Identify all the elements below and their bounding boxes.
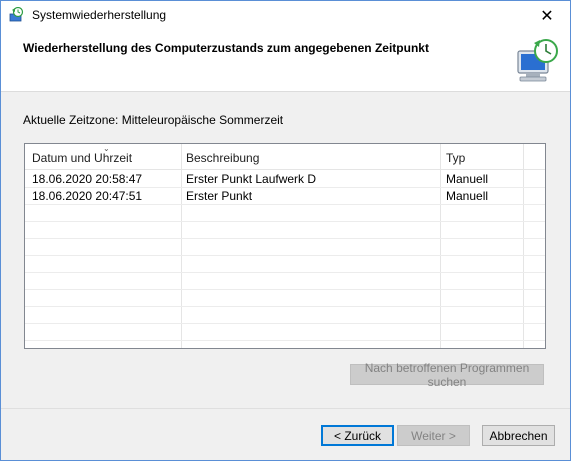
empty-row bbox=[25, 255, 545, 273]
close-icon: ✕ bbox=[540, 8, 554, 25]
row-date: 18.06.2020 20:58:47 bbox=[32, 172, 143, 186]
table-row[interactable]: 18.06.2020 20:58:47 Erster Punkt Laufwer… bbox=[25, 170, 545, 188]
wizard-header: Wiederherstellung des Computerzustands z… bbox=[1, 31, 570, 92]
system-restore-dialog: Systemwiederherstellung ✕ Wiederherstell… bbox=[0, 0, 571, 461]
page-title: Wiederherstellung des Computerzustands z… bbox=[23, 41, 429, 55]
empty-row bbox=[25, 221, 545, 239]
window-title: Systemwiederherstellung bbox=[32, 8, 167, 22]
row-type: Manuell bbox=[446, 189, 489, 203]
system-restore-icon bbox=[9, 7, 24, 22]
restore-points-list[interactable]: ⌄ Datum und Uhrzeit Beschreibung Typ 18.… bbox=[24, 143, 546, 349]
row-type: Manuell bbox=[446, 172, 489, 186]
back-button[interactable]: < Zurück bbox=[321, 425, 394, 446]
empty-row bbox=[25, 272, 545, 290]
list-header: ⌄ Datum und Uhrzeit Beschreibung Typ bbox=[25, 144, 545, 170]
title-bar: Systemwiederherstellung ✕ bbox=[1, 1, 570, 31]
row-description: Erster Punkt bbox=[186, 189, 253, 203]
scan-affected-programs-button[interactable]: Nach betroffenen Programmen suchen bbox=[350, 361, 544, 389]
next-button[interactable]: Weiter > bbox=[397, 425, 470, 446]
cancel-button[interactable]: Abbrechen bbox=[482, 425, 555, 446]
empty-row bbox=[25, 238, 545, 256]
empty-row bbox=[25, 323, 545, 341]
timezone-label: Aktuelle Zeitzone: Mitteleuropäische Som… bbox=[23, 113, 284, 127]
table-row[interactable]: 18.06.2020 20:47:51 Erster Punkt Manuell bbox=[25, 187, 545, 205]
empty-row bbox=[25, 306, 545, 324]
empty-row bbox=[25, 289, 545, 307]
column-header-type[interactable]: Typ bbox=[446, 151, 465, 165]
row-description: Erster Punkt Laufwerk D bbox=[186, 172, 317, 186]
empty-row bbox=[25, 204, 545, 222]
column-header-date[interactable]: Datum und Uhrzeit bbox=[32, 151, 132, 165]
close-button[interactable]: ✕ bbox=[524, 1, 570, 31]
footer-divider bbox=[1, 408, 570, 409]
column-header-description[interactable]: Beschreibung bbox=[186, 151, 259, 165]
restore-computer-icon bbox=[517, 39, 558, 82]
row-date: 18.06.2020 20:47:51 bbox=[32, 189, 143, 203]
